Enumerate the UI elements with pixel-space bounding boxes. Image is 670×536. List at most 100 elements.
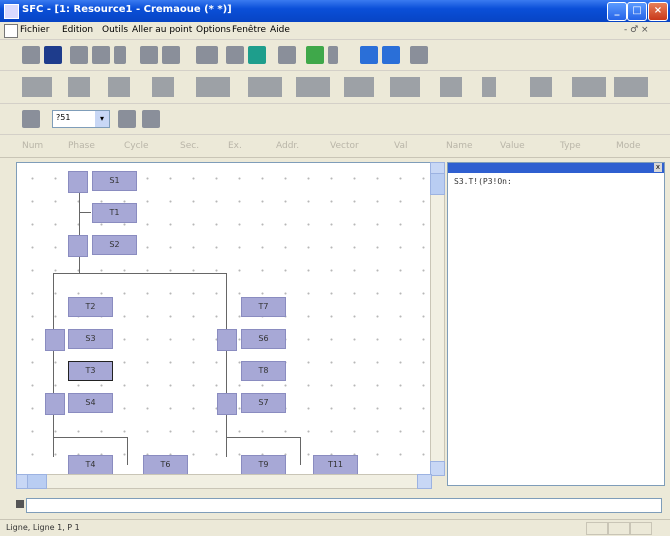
branch-line [300,437,301,465]
output-input[interactable] [26,498,662,513]
scroll-thumb[interactable] [27,474,47,489]
step-action-port[interactable] [68,235,88,257]
expand-icon[interactable] [572,77,606,97]
divergence-icon[interactable] [196,77,230,97]
close-icon[interactable]: x [654,163,662,172]
step-run-icon[interactable] [360,46,378,64]
collapse-icon[interactable] [614,77,648,97]
print-icon[interactable] [196,46,218,64]
undo-icon[interactable] [140,46,158,64]
menu-outils[interactable]: Outils [102,25,128,35]
divergence-line [53,437,127,438]
column-header[interactable]: Addr. [276,141,299,151]
binoculars-icon[interactable] [226,46,244,64]
code-panel[interactable]: x S3.T!(P3!On: [447,162,665,486]
column-header[interactable]: Sec. [180,141,199,151]
transition-icon[interactable] [152,77,174,97]
step-s3[interactable]: S3 [68,329,113,349]
transition-t6[interactable]: T6 [143,455,188,475]
paste-icon[interactable] [114,46,126,64]
step-action-port[interactable] [45,329,65,351]
column-header[interactable]: Cycle [124,141,149,151]
title-bar: SFC - [1: Resource1 - Cremaoue (* *)] _ … [0,0,670,22]
zoom-icon[interactable] [410,46,428,64]
column-header[interactable]: Val [394,141,407,151]
grid-icon[interactable] [278,46,296,64]
vertical-scrollbar[interactable] [430,162,445,476]
scroll-down-button[interactable] [430,461,445,476]
step-s6[interactable]: S6 [241,329,286,349]
column-header[interactable]: Name [446,141,473,151]
divergence-line [53,273,227,274]
menu-bar: Fichier Edition Outils Aller au point Op… [0,22,670,40]
sfc-select-icon[interactable] [22,77,52,97]
column-header[interactable]: Value [500,141,525,151]
variable-combo[interactable]: ?51 ▾ [52,110,110,128]
scroll-thumb[interactable] [430,173,445,195]
redo-icon[interactable] [162,46,180,64]
check-icon[interactable] [306,46,324,64]
book-icon[interactable] [248,46,266,64]
menu-aide[interactable]: Aide [270,25,290,35]
chevron-down-icon[interactable]: ▾ [95,111,109,127]
transition-t9[interactable]: T9 [241,455,286,475]
menu-fenetre[interactable]: Fenêtre [232,25,266,35]
step-action-port[interactable] [45,393,65,415]
step-icon[interactable] [108,77,130,97]
maximize-button[interactable]: □ [627,2,647,21]
transition-t7[interactable]: T7 [241,297,286,317]
cut-icon[interactable] [70,46,88,64]
column-header[interactable]: Ex. [228,141,242,151]
sfc-editor-canvas[interactable]: S1 T1 S2 T2 S3 T3 S4 T7 S6 T8 S7 T4 T6 T… [16,162,432,476]
column-header[interactable]: Type [560,141,581,151]
variable-toolbar: ?51 ▾ [0,104,670,135]
step-action-port[interactable] [217,393,237,415]
menu-options[interactable]: Options [196,25,231,35]
folder-icon[interactable] [22,46,40,64]
transition-t1[interactable]: T1 [92,203,137,223]
menu-aller-au-point[interactable]: Aller au point [132,25,192,35]
close-button[interactable]: × [648,2,668,21]
column-header[interactable]: Mode [616,141,641,151]
horizontal-scrollbar[interactable] [16,474,432,489]
play-icon[interactable] [382,46,400,64]
macro-step-icon[interactable] [440,77,462,97]
copy-icon[interactable] [92,46,110,64]
transition-t11[interactable]: T11 [313,455,358,475]
transition-t4[interactable]: T4 [68,455,113,475]
convergence-icon[interactable] [248,77,282,97]
jump-icon[interactable] [390,77,420,97]
list-icon[interactable] [118,110,136,128]
step-s7[interactable]: S7 [241,393,286,413]
transition-t2[interactable]: T2 [68,297,113,317]
mdi-controls[interactable]: - ♂ × [624,25,649,35]
simultaneous-convergence-icon[interactable] [344,77,374,97]
menu-edition[interactable]: Edition [62,25,93,35]
scroll-right-button[interactable] [417,474,432,489]
simultaneous-divergence-icon[interactable] [296,77,330,97]
page-icon[interactable] [142,110,160,128]
step-s4[interactable]: S4 [68,393,113,413]
column-header-row: Num Phase Cycle Sec. Ex. Addr. Vector Va… [0,135,670,158]
step-s1[interactable]: S1 [92,171,137,191]
step-s2[interactable]: S2 [92,235,137,255]
divider-icon[interactable] [328,46,338,64]
column-header[interactable]: Phase [68,141,95,151]
comment-icon[interactable] [482,77,496,97]
column-header[interactable]: Vector [330,141,359,151]
transition-t3[interactable]: T3 [68,361,113,381]
document-icon[interactable] [4,24,18,38]
variable-icon[interactable] [22,110,40,128]
save-icon[interactable] [44,46,62,64]
window-title: SFC - [1: Resource1 - Cremaoue (* *)] [22,4,232,15]
column-header[interactable]: Num [22,141,43,151]
step-action-port[interactable] [217,329,237,351]
step-action-port[interactable] [68,171,88,193]
initial-step-icon[interactable] [68,77,90,97]
branch-line [127,437,128,465]
minimize-button[interactable]: _ [607,2,627,21]
action-icon[interactable] [530,77,552,97]
app-icon [4,4,19,19]
menu-fichier[interactable]: Fichier [20,25,49,35]
transition-t8[interactable]: T8 [241,361,286,381]
